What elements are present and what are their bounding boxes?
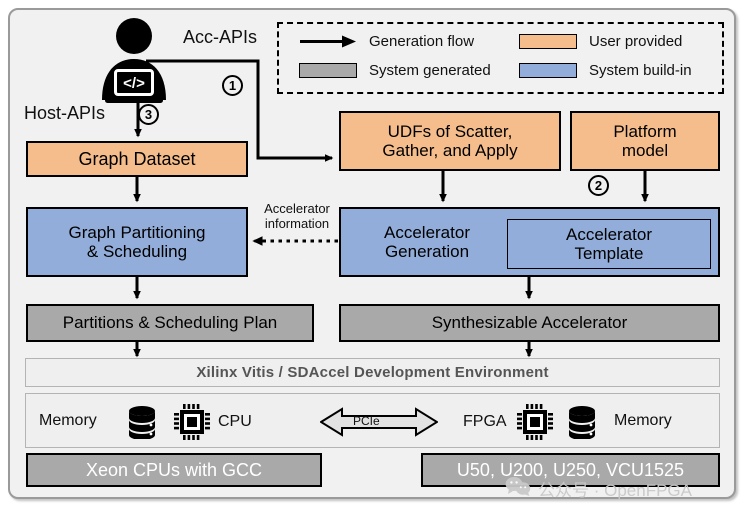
dev-environment-bar: Xilinx Vitis / SDAccel Development Envir…	[25, 358, 720, 387]
fpga-chip-icon	[516, 403, 554, 446]
legend-label: System build-in	[589, 62, 692, 79]
legend-label: User provided	[589, 33, 683, 50]
legend-item-system-generated: System generated	[299, 62, 491, 79]
node-partitions-plan[interactable]: Partitions & Scheduling Plan	[26, 304, 314, 342]
swatch-user-provided	[519, 34, 577, 49]
node-graph-partitioning[interactable]: Graph Partitioning & Scheduling	[26, 207, 248, 277]
cpu-label: CPU	[218, 413, 252, 430]
watermark: 公众号 · OpenFPGA	[505, 476, 692, 501]
arrow-icon	[299, 34, 357, 49]
step-marker-2: 2	[588, 175, 609, 196]
swatch-system-buildin	[519, 63, 577, 78]
database-icon	[126, 405, 158, 444]
feedback-edge-label: Accelerator information	[264, 201, 330, 231]
legend-label: Generation flow	[369, 33, 475, 50]
hardware-bar: Memory CPU PCIe FPGA Memory	[25, 393, 720, 448]
database-icon	[566, 405, 598, 444]
host-apis-label: Host-APIs	[24, 103, 106, 123]
legend-item-user-provided: User provided	[519, 33, 682, 50]
step-marker-1: 1	[222, 75, 243, 96]
memory-right-label: Memory	[614, 412, 672, 429]
legend-item-generation-flow: Generation flow	[299, 33, 474, 50]
watermark-text: 公众号 · OpenFPGA	[538, 481, 692, 500]
legend-label: System generated	[369, 62, 491, 79]
node-synthesizable-accelerator[interactable]: Synthesizable Accelerator	[339, 304, 720, 342]
developer-person-icon: </>	[88, 14, 180, 106]
node-accelerator-generation-group[interactable]: Accelerator Generation Accelerator Templ…	[339, 207, 720, 277]
swatch-system-generated	[299, 63, 357, 78]
code-glyph: </>	[123, 75, 145, 92]
diagram-canvas: </> Acc-APIs Host-APIs Generation flow S…	[0, 0, 750, 521]
legend: Generation flow System generated User pr…	[277, 22, 724, 94]
fpga-label: FPGA	[463, 413, 507, 430]
cpu-chip-icon	[173, 403, 211, 446]
node-xeon-cpus[interactable]: Xeon CPUs with GCC	[26, 453, 322, 487]
node-accelerator-template[interactable]: Accelerator Template	[507, 219, 711, 269]
acc-apis-label: Acc-APIs	[183, 27, 258, 47]
wechat-icon	[505, 476, 531, 501]
node-platform-model[interactable]: Platform model	[570, 111, 720, 171]
node-graph-dataset[interactable]: Graph Dataset	[26, 141, 248, 177]
node-udfs[interactable]: UDFs of Scatter, Gather, and Apply	[339, 111, 561, 171]
pcie-label: PCIe	[353, 414, 380, 428]
step-marker-3: 3	[138, 104, 159, 125]
legend-item-system-buildin: System build-in	[519, 62, 692, 79]
node-accelerator-generation-label: Accelerator Generation	[384, 223, 470, 262]
memory-left-label: Memory	[39, 412, 97, 429]
